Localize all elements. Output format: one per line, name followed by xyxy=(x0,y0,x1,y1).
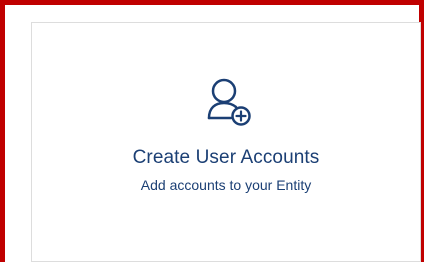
add-user-icon xyxy=(207,78,251,126)
create-user-accounts-card[interactable]: Create User Accounts Add accounts to you… xyxy=(31,22,421,262)
card-subtitle: Add accounts to your Entity xyxy=(140,177,312,193)
card-title: Create User Accounts xyxy=(132,147,320,168)
highlight-frame: Create User Accounts Add accounts to you… xyxy=(0,0,424,262)
